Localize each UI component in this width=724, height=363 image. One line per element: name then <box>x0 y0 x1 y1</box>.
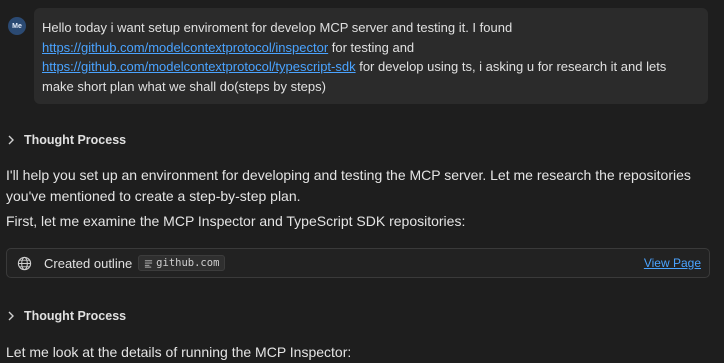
typescript-sdk-link[interactable]: https://github.com/modelcontextprotocol/… <box>42 59 356 74</box>
thought-process-toggle[interactable]: Thought Process <box>6 309 126 323</box>
globe-icon <box>17 256 32 270</box>
tool-call-card: Created outline github.com View Page <box>6 248 710 278</box>
thought-process-label: Thought Process <box>24 133 127 147</box>
chevron-right-icon <box>8 311 14 321</box>
assistant-paragraph: I'll help you set up an environment for … <box>6 167 691 204</box>
user-message: Hello today i want setup enviroment for … <box>34 8 708 104</box>
view-page-link[interactable]: View Page <box>644 256 701 270</box>
thought-process-toggle[interactable]: Thought Process <box>6 133 126 147</box>
user-message-text: Hello today i want setup enviroment for … <box>42 20 513 35</box>
chevron-right-icon <box>8 135 14 145</box>
user-message-text: for testing and <box>328 39 415 55</box>
source-pill: github.com <box>138 255 226 271</box>
thought-process-label: Thought Process <box>24 309 127 323</box>
document-lines-icon <box>145 259 153 268</box>
source-domain: github.com <box>156 257 220 269</box>
assistant-paragraph: First, let me examine the MCP Inspector … <box>6 213 466 229</box>
user-avatar: Me <box>8 17 26 35</box>
tool-call-label: Created outline <box>44 255 133 271</box>
inspector-link[interactable]: https://github.com/modelcontextprotocol/… <box>42 40 328 55</box>
